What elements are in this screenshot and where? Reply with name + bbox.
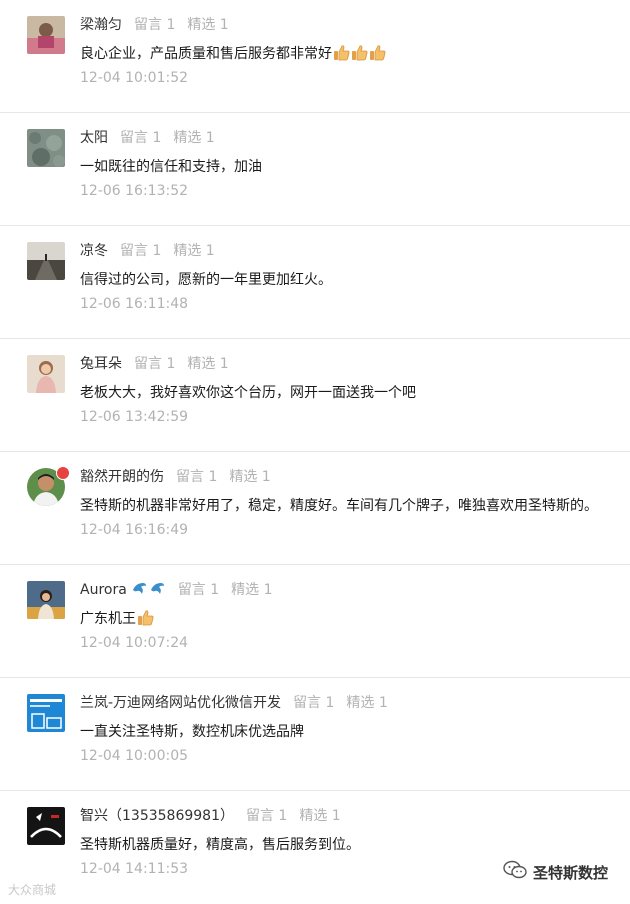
comment-item: 豁然开朗的伤 留言 1 精选 1 圣特斯的机器非常好用了，稳定，精度好。车间有几个牌… xyxy=(0,452,630,565)
comment-text: 圣特斯的机器非常好用了，稳定，精度好。车间有几个牌子，唯独喜欢用圣特斯的。 xyxy=(80,495,598,517)
reply-count: 留言 1 xyxy=(120,243,162,259)
dolphin-icon xyxy=(149,580,166,597)
comment-item: 凉冬 留言 1 精选 1 信得过的公司，愿新的一年里更加红火。 12-06 16:1… xyxy=(0,226,630,339)
comment-time: 12-06 16:13:52 xyxy=(80,183,189,199)
nickname[interactable]: 智兴（13535869981） xyxy=(80,808,234,824)
comment-meta: 凉冬 留言 1 精选 1 xyxy=(80,240,215,262)
comment-item: 梁瀚匀 留言 1 精选 1 良心企业，产品质量和售后服务都非常好 12-04 10:… xyxy=(0,0,630,113)
verified-badge-icon xyxy=(56,466,70,480)
comment-content: 一如既往的信任和支持，加油 xyxy=(80,159,262,175)
comment-time: 12-06 13:42:59 xyxy=(80,409,189,425)
comment-text: 一如既往的信任和支持，加油 xyxy=(80,156,262,178)
featured-count: 精选 1 xyxy=(299,808,341,824)
avatar[interactable] xyxy=(27,16,65,54)
nickname[interactable]: 兰岚-万迪网络网站优化微信开发 xyxy=(80,695,281,711)
comment-content: 信得过的公司，愿新的一年里更加红火。 xyxy=(80,272,332,288)
nickname[interactable]: 凉冬 xyxy=(80,243,108,259)
comment-item: Aurora 留言 1 精选 1 广东机王 12-04 10:07:24 xyxy=(0,565,630,678)
reply-count: 留言 1 xyxy=(120,130,162,146)
comment-meta: 梁瀚匀 留言 1 精选 1 xyxy=(80,14,229,36)
comment-content: 良心企业，产品质量和售后服务都非常好 xyxy=(80,46,332,62)
comment-time: 12-04 14:11:53 xyxy=(80,861,189,877)
thumbs-up-icon xyxy=(137,609,154,626)
featured-count: 精选 1 xyxy=(187,17,229,33)
comment-text: 老板大大，我好喜欢你这个台历，网开一面送我一个吧 xyxy=(80,382,416,404)
nickname[interactable]: 太阳 xyxy=(80,130,108,146)
thumbs-up-icon xyxy=(369,44,386,61)
avatar[interactable] xyxy=(27,242,65,280)
comment-content: 圣特斯的机器非常好用了，稳定，精度好。车间有几个牌子，唯独喜欢用圣特斯的。 xyxy=(80,498,598,514)
nickname[interactable]: 豁然开朗的伤 xyxy=(80,469,164,485)
avatar[interactable] xyxy=(27,355,65,393)
featured-count: 精选 1 xyxy=(173,243,215,259)
featured-count: 精选 1 xyxy=(173,130,215,146)
comment-time: 12-06 16:11:48 xyxy=(80,296,189,312)
featured-count: 精选 1 xyxy=(346,695,388,711)
featured-count: 精选 1 xyxy=(231,582,273,598)
comment-meta: 智兴（13535869981） 留言 1 精选 1 xyxy=(80,805,341,827)
comment-time: 12-04 10:00:05 xyxy=(80,748,189,764)
featured-count: 精选 1 xyxy=(229,469,271,485)
comment-meta: 豁然开朗的伤 留言 1 精选 1 xyxy=(80,466,271,488)
nickname[interactable]: 梁瀚匀 xyxy=(80,17,122,33)
brand-name: 圣特斯数控 xyxy=(532,863,608,882)
comment-content: 老板大大，我好喜欢你这个台历，网开一面送我一个吧 xyxy=(80,385,416,401)
comment-list: 梁瀚匀 留言 1 精选 1 良心企业，产品质量和售后服务都非常好 12-04 10:… xyxy=(0,0,630,904)
watermark: 大众商城 xyxy=(8,881,56,898)
reply-count: 留言 1 xyxy=(177,582,220,598)
dolphin-icon xyxy=(131,580,148,597)
comment-text: 信得过的公司，愿新的一年里更加红火。 xyxy=(80,269,332,291)
reply-count: 留言 1 xyxy=(245,808,288,824)
featured-count: 精选 1 xyxy=(187,356,229,372)
watermark-text: 大众商城 xyxy=(8,883,57,897)
avatar[interactable] xyxy=(27,581,65,619)
comment-item: 兰岚-万迪网络网站优化微信开发 留言 1 精选 1 一直关注圣特斯，数控机床优选品牌… xyxy=(0,678,630,791)
wechat-icon xyxy=(503,860,527,884)
reply-count: 留言 1 xyxy=(176,469,218,485)
comment-meta: 兔耳朵 留言 1 精选 1 xyxy=(80,353,229,375)
thumbs-up-icon xyxy=(351,44,368,61)
reply-count: 留言 1 xyxy=(134,356,176,372)
nickname[interactable]: 兔耳朵 xyxy=(80,356,122,372)
avatar[interactable] xyxy=(27,129,65,167)
comment-meta: 太阳 留言 1 精选 1 xyxy=(80,127,215,149)
comment-text: 一直关注圣特斯，数控机床优选品牌 xyxy=(80,721,304,743)
comment-item: 兔耳朵 留言 1 精选 1 老板大大，我好喜欢你这个台历，网开一面送我一个吧 12-… xyxy=(0,339,630,452)
comment-meta: Aurora 留言 1 精选 1 xyxy=(80,579,273,601)
nickname[interactable]: Aurora xyxy=(80,582,127,598)
comment-time: 12-04 16:16:49 xyxy=(80,522,189,538)
reply-count: 留言 1 xyxy=(134,17,176,33)
comment-time: 12-04 10:01:52 xyxy=(80,70,189,86)
comment-meta: 兰岚-万迪网络网站优化微信开发 留言 1 精选 1 xyxy=(80,692,388,714)
brand-signature[interactable]: 圣特斯数控 xyxy=(503,860,608,884)
avatar[interactable] xyxy=(27,694,65,732)
comment-item: 智兴（13535869981） 留言 1 精选 1 圣特斯机器质量好，精度高，售后服… xyxy=(0,791,630,904)
comment-text: 圣特斯机器质量好，精度高，售后服务到位。 xyxy=(80,834,360,856)
comment-item: 太阳 留言 1 精选 1 一如既往的信任和支持，加油 12-06 16:13:52 xyxy=(0,113,630,226)
comment-time: 12-04 10:07:24 xyxy=(80,635,189,651)
thumbs-up-icon xyxy=(333,44,350,61)
comment-content: 广东机王 xyxy=(80,611,136,627)
avatar[interactable] xyxy=(27,807,65,845)
reply-count: 留言 1 xyxy=(293,695,335,711)
comment-text: 良心企业，产品质量和售后服务都非常好 xyxy=(80,43,386,65)
comment-content: 一直关注圣特斯，数控机床优选品牌 xyxy=(80,724,304,740)
comment-content: 圣特斯机器质量好，精度高，售后服务到位。 xyxy=(80,837,360,853)
comment-text: 广东机王 xyxy=(80,608,154,630)
